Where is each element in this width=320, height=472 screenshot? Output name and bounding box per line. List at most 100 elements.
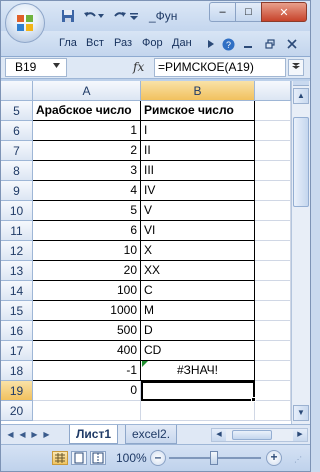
row-header-8[interactable]: 8 [1, 161, 33, 181]
cell-c14[interactable] [255, 281, 291, 301]
cell-c6[interactable] [255, 121, 291, 141]
header-cell-roman[interactable]: Римское число [141, 101, 255, 121]
row-header-10[interactable]: 10 [1, 201, 33, 221]
zoom-in-icon[interactable]: + [266, 450, 282, 466]
cell-c8[interactable] [255, 161, 291, 181]
cell-c12[interactable] [255, 241, 291, 261]
help-icon[interactable]: ? [221, 37, 235, 51]
column-header-c[interactable] [255, 81, 291, 101]
horizontal-scroll-thumb[interactable] [232, 430, 272, 440]
cell-a20[interactable] [33, 401, 141, 421]
error-indicator-icon[interactable] [142, 361, 148, 367]
vertical-scrollbar[interactable]: ▲ ▼ [291, 81, 310, 424]
worksheet-grid[interactable]: A B 5 Арабское число Римское число 6 1 I 7 2 II 8… [1, 81, 291, 424]
row-header-18[interactable]: 18 [1, 361, 33, 381]
cell-c17[interactable] [255, 341, 291, 361]
resize-grip-icon[interactable]: ⋰ [294, 455, 306, 467]
cell-b7[interactable]: II [141, 141, 255, 161]
cell-a15[interactable]: 1000 [33, 301, 141, 321]
insert-function-icon[interactable]: fx [133, 60, 144, 74]
row-header-7[interactable]: 7 [1, 141, 33, 161]
cell-a13[interactable]: 20 [33, 261, 141, 281]
select-all-corner[interactable] [1, 81, 33, 101]
row-header-11[interactable]: 11 [1, 221, 33, 241]
row-header-15[interactable]: 15 [1, 301, 33, 321]
cell-b14[interactable]: C [141, 281, 255, 301]
cell-a7[interactable]: 2 [33, 141, 141, 161]
header-cell-arabic[interactable]: Арабское число [33, 101, 141, 121]
vertical-scroll-thumb[interactable] [293, 117, 309, 207]
sheet-tab-list1[interactable]: Лист1 [69, 425, 119, 444]
ribbon-scroll-right-icon[interactable] [204, 37, 218, 51]
cell-a12[interactable]: 10 [33, 241, 141, 261]
cell-b18[interactable]: #ЗНАЧ! [141, 361, 255, 381]
scroll-down-icon[interactable]: ▼ [293, 405, 309, 421]
maximize-button[interactable]: □ [235, 2, 261, 22]
zoom-out-icon[interactable]: – [150, 450, 166, 466]
cell-b15[interactable]: M [141, 301, 255, 321]
cell-b6[interactable]: I [141, 121, 255, 141]
cell-c9[interactable] [255, 181, 291, 201]
cell-b17[interactable]: CD [141, 341, 255, 361]
save-icon[interactable] [59, 7, 77, 25]
scroll-left-icon[interactable]: ◀ [212, 429, 226, 441]
row-header-5[interactable]: 5 [1, 101, 33, 121]
cell-c16[interactable] [255, 321, 291, 341]
cell-a16[interactable]: 500 [33, 321, 141, 341]
cell-b20[interactable] [141, 401, 255, 421]
cell-a9[interactable]: 4 [33, 181, 141, 201]
tab-page-layout[interactable]: Раз [114, 37, 132, 49]
cell-a19[interactable]: 0 [33, 381, 141, 401]
split-handle[interactable] [293, 81, 309, 86]
cell-c10[interactable] [255, 201, 291, 221]
minimize-button[interactable]: – [209, 2, 235, 22]
tab-formulas[interactable]: Фор [142, 37, 163, 49]
doc-minimize-icon[interactable] [241, 37, 255, 51]
cell-a18[interactable]: -1 [33, 361, 141, 381]
row-header-9[interactable]: 9 [1, 181, 33, 201]
first-sheet-icon[interactable]: ◀ [5, 429, 16, 441]
last-sheet-icon[interactable]: ▶ [41, 429, 52, 441]
cell-a10[interactable]: 5 [33, 201, 141, 221]
customize-qat-icon[interactable] [129, 7, 139, 25]
row-header-20[interactable]: 20 [1, 401, 33, 421]
cell-b9[interactable]: IV [141, 181, 255, 201]
cell-c15[interactable] [255, 301, 291, 321]
column-header-a[interactable]: A [33, 81, 141, 101]
cell-b19[interactable] [141, 381, 255, 401]
sheet-tab-excel2[interactable]: excel2. [125, 425, 178, 444]
cell-c5[interactable] [255, 101, 291, 121]
cell-b13[interactable]: XX [141, 261, 255, 281]
cell-a8[interactable]: 3 [33, 161, 141, 181]
zoom-level[interactable]: 100% [116, 451, 147, 465]
fill-handle[interactable] [251, 397, 256, 402]
column-header-b[interactable]: B [141, 81, 255, 101]
row-header-16[interactable]: 16 [1, 321, 33, 341]
row-header-13[interactable]: 13 [1, 261, 33, 281]
tab-home[interactable]: Гла [59, 37, 77, 49]
tab-data[interactable]: Дан [172, 37, 192, 49]
cell-c13[interactable] [255, 261, 291, 281]
cell-a17[interactable]: 400 [33, 341, 141, 361]
cell-a14[interactable]: 100 [33, 281, 141, 301]
cell-b10[interactable]: V [141, 201, 255, 221]
tab-insert[interactable]: Вст [86, 37, 104, 49]
cell-b16[interactable]: D [141, 321, 255, 341]
cell-b8[interactable]: III [141, 161, 255, 181]
prev-sheet-icon[interactable]: ◀ [17, 429, 28, 441]
cell-c19[interactable] [255, 381, 291, 401]
row-header-19[interactable]: 19 [1, 381, 33, 401]
horizontal-scrollbar[interactable]: ◀ ▶ [211, 428, 308, 442]
cell-c18[interactable] [255, 361, 291, 381]
formula-expand-icon[interactable] [288, 59, 304, 76]
cell-b11[interactable]: VI [141, 221, 255, 241]
cell-a6[interactable]: 1 [33, 121, 141, 141]
row-header-6[interactable]: 6 [1, 121, 33, 141]
formula-input[interactable]: =РИМСКОЕ(A19) [154, 58, 286, 77]
cell-a11[interactable]: 6 [33, 221, 141, 241]
row-header-14[interactable]: 14 [1, 281, 33, 301]
undo-dropdown-icon[interactable] [97, 7, 105, 25]
office-button[interactable] [5, 3, 45, 43]
cell-c20[interactable] [255, 401, 291, 421]
normal-view-icon[interactable] [52, 451, 68, 465]
